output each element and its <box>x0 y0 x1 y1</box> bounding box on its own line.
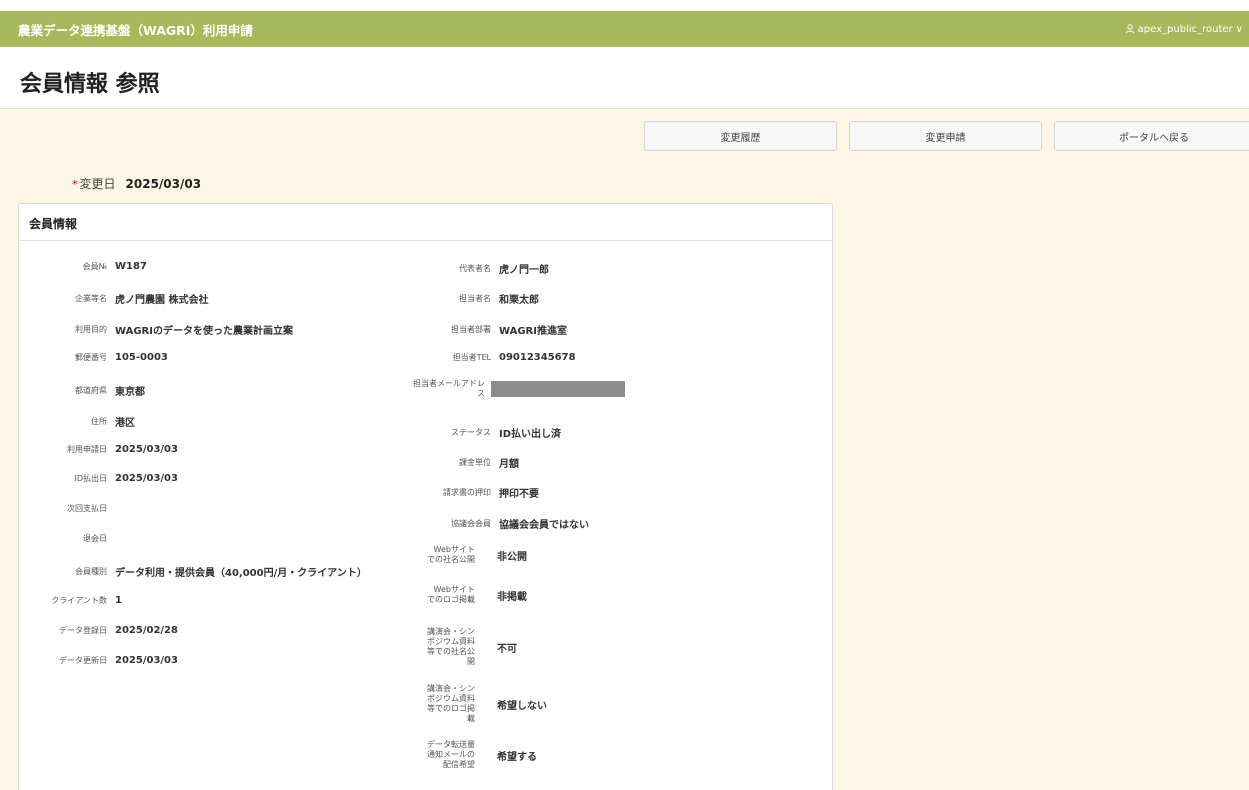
field-member-type: 会員種別 データ利用・提供会員（40,000円/月・クライアント） <box>35 564 367 580</box>
field-label: 次回支払日 <box>67 504 107 513</box>
field-value: 2025/03/03 <box>115 473 178 484</box>
field-label: 協議会会員 <box>451 518 491 528</box>
app-title[interactable]: 農業データ連携基盤（WAGRI）利用申請 <box>18 20 253 39</box>
field-client-count: クライアント数 1 <box>35 595 122 606</box>
change-date-value: 2025/03/03 <box>125 177 202 191</box>
field-value: 非公開 <box>497 551 527 563</box>
field-value: 東京都 <box>115 387 145 398</box>
field-label: クライアント数 <box>51 595 107 605</box>
field-value: 不可 <box>497 643 517 655</box>
field-label: 担当者名 <box>459 293 491 303</box>
change-request-button[interactable]: 変更申請 <box>849 121 1042 151</box>
field-web-logo: Webサイトでのロゴ掲載 非掲載 <box>411 585 527 605</box>
field-member-no: 会員№ W187 <box>35 261 147 272</box>
user-name: apex_public_router <box>1137 23 1233 35</box>
field-value: 2025/02/28 <box>115 625 178 636</box>
top-navigation-bar: 農業データ連携基盤（WAGRI）利用申請 apex_public_router … <box>0 11 1249 47</box>
field-label: Webサイトでの社名公開 <box>427 545 475 564</box>
field-contact-tel: 担当者TEL 09012345678 <box>411 352 576 363</box>
field-label: 講演会・シンポジウム資料等でのロゴ掲載 <box>427 684 475 723</box>
field-value: 1 <box>115 595 122 606</box>
field-council-member: 協議会会員 協議会会員ではない <box>411 516 589 532</box>
field-value: データ利用・提供会員（40,000円/月・クライアント） <box>115 568 367 579</box>
field-value: 虎ノ門一郎 <box>499 265 549 276</box>
field-withdrawal-date: 退会日 <box>35 534 115 544</box>
field-representative: 代表者名 虎ノ門一郎 <box>411 261 549 277</box>
field-label: Webサイトでのロゴ掲載 <box>427 585 475 604</box>
field-value: 協議会会員ではない <box>499 520 589 531</box>
member-info-card: 会員情報 会員№ W187 企業等名 虎ノ門農園 株式会社 利用目的 WAGRI… <box>18 203 833 790</box>
field-label: 担当者部署 <box>451 324 491 334</box>
field-data-updated-date: データ更新日 2025/03/03 <box>35 655 178 666</box>
field-web-company-name: Webサイトでの社名公開 非公開 <box>411 545 527 565</box>
field-value: 09012345678 <box>499 352 576 363</box>
field-label: 企業等名 <box>75 293 107 303</box>
field-status: ステータス ID払い出し済 <box>411 425 562 441</box>
field-label: 利用目的 <box>75 324 107 334</box>
required-mark: * <box>72 178 78 191</box>
change-date-label: 変更日 <box>79 177 116 191</box>
field-label: 郵便番号 <box>75 352 107 362</box>
field-label: データ登録日 <box>59 625 107 635</box>
field-value: 港区 <box>115 418 135 429</box>
field-transfer-mail: データ転送量通知メールの配信希望 希望する <box>411 740 537 770</box>
change-history-button[interactable]: 変更履歴 <box>644 121 837 151</box>
field-company-name: 企業等名 虎ノ門農園 株式会社 <box>35 291 209 307</box>
field-label: 課金単位 <box>459 457 491 467</box>
field-value: 非掲載 <box>497 591 527 603</box>
field-data-registered-date: データ登録日 2025/02/28 <box>35 625 178 636</box>
field-label: データ転送量通知メールの配信希望 <box>427 740 475 769</box>
field-value: 希望する <box>497 751 537 763</box>
redacted-email-value <box>491 381 625 397</box>
field-value: ID払い出し済 <box>499 429 562 440</box>
page-title: 会員情報 参照 <box>20 72 160 97</box>
field-value: W187 <box>115 261 147 272</box>
field-value: 虎ノ門農園 株式会社 <box>115 295 209 306</box>
field-label: 利用申請日 <box>67 444 107 454</box>
field-value: 和栗太郎 <box>499 295 539 306</box>
field-symposium-logo: 講演会・シンポジウム資料等でのロゴ掲載 希望しない <box>411 684 547 724</box>
field-application-date: 利用申請日 2025/03/03 <box>35 444 178 455</box>
field-purpose: 利用目的 WAGRIのデータを使った農業計画立案 <box>35 322 293 338</box>
user-icon <box>1125 24 1135 34</box>
chevron-down-icon: ∨ <box>1235 23 1243 35</box>
field-id-issue-date: ID払出日 2025/03/03 <box>35 473 178 484</box>
field-value: 押印不要 <box>499 489 539 500</box>
field-value: 月額 <box>499 459 519 470</box>
field-label: 講演会・シンポジウム資料等での社名公開 <box>427 627 475 666</box>
field-label: 退会日 <box>83 534 107 543</box>
field-label: ステータス <box>451 427 491 437</box>
field-label: 住所 <box>91 416 107 426</box>
field-value: 2025/03/03 <box>115 655 178 666</box>
main-region: 変更履歴 変更申請 ポータルへ戻る * 変更日 2025/03/03 会員情報 … <box>0 108 1249 790</box>
field-label: 会員種別 <box>75 566 107 576</box>
field-label: 会員№ <box>82 261 107 271</box>
field-label: 担当者メールアドレス <box>413 379 485 398</box>
user-menu[interactable]: apex_public_router ∨ <box>1125 24 1243 35</box>
field-postal-code: 郵便番号 105-0003 <box>35 352 168 363</box>
field-label: 都道府県 <box>75 385 107 395</box>
back-to-portal-button[interactable]: ポータルへ戻る <box>1054 121 1249 151</box>
field-value: WAGRI推進室 <box>499 326 567 337</box>
field-label: データ更新日 <box>59 655 107 665</box>
field-contact-name: 担当者名 和栗太郎 <box>411 291 539 307</box>
field-contact-email: 担当者メールアドレス <box>411 379 625 399</box>
field-invoice-seal: 請求書の押印 押印不要 <box>411 485 539 501</box>
field-symposium-company-name: 講演会・シンポジウム資料等での社名公開 不可 <box>411 627 517 667</box>
member-info-title: 会員情報 <box>19 204 832 241</box>
field-next-payment-date: 次回支払日 <box>35 504 115 514</box>
field-prefecture: 都道府県 東京都 <box>35 383 145 399</box>
field-value: 希望しない <box>497 700 547 712</box>
field-value: WAGRIのデータを使った農業計画立案 <box>115 326 293 337</box>
field-value: 105-0003 <box>115 352 168 363</box>
field-label: ID払出日 <box>74 473 107 483</box>
field-label: 代表者名 <box>459 263 491 273</box>
field-contact-department: 担当者部署 WAGRI推進室 <box>411 322 567 338</box>
field-address: 住所 港区 <box>35 414 135 430</box>
field-value: 2025/03/03 <box>115 444 178 455</box>
field-billing-unit: 課金単位 月額 <box>411 455 519 471</box>
field-label: 担当者TEL <box>452 352 491 362</box>
field-label: 請求書の押印 <box>443 487 491 497</box>
change-date-field: * 変更日 2025/03/03 <box>72 175 201 192</box>
